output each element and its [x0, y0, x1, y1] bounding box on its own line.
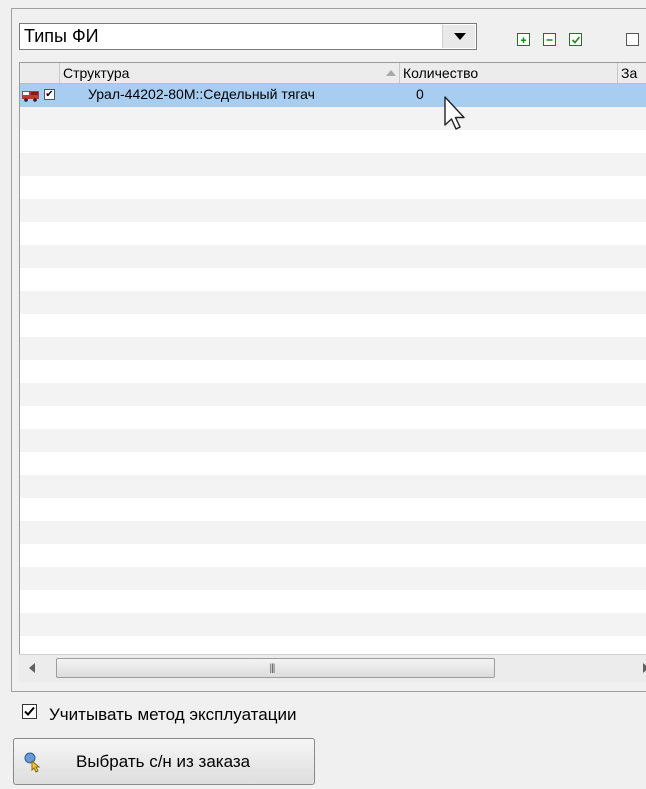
empty-row[interactable] — [20, 383, 646, 406]
header-icon-column — [20, 63, 60, 83]
uncheck-all-button[interactable] — [626, 33, 639, 46]
scroll-thumb[interactable]: ||| — [56, 658, 495, 678]
empty-row[interactable] — [20, 498, 646, 521]
empty-row[interactable] — [20, 521, 646, 544]
truck-icon — [22, 91, 39, 102]
empty-row[interactable] — [20, 130, 646, 153]
empty-row[interactable] — [20, 360, 646, 383]
grid-header: Структура Количество За — [20, 63, 646, 84]
pointer-hand-icon — [24, 752, 41, 773]
table-row[interactable]: ✔ Урал-44202-80М::Седельный тягач 0 — [20, 84, 646, 107]
check-all-button[interactable] — [569, 33, 582, 46]
sort-asc-icon — [386, 70, 396, 76]
select-serial-label: Выбрать с/н из заказа — [76, 752, 251, 771]
header-order-label: За — [621, 65, 638, 81]
empty-row[interactable] — [20, 291, 646, 314]
empty-row[interactable] — [20, 590, 646, 613]
header-structure-label: Структура — [63, 65, 130, 81]
consider-method-checkbox[interactable] — [22, 704, 37, 719]
collapse-all-button[interactable] — [543, 33, 556, 46]
empty-row[interactable] — [20, 107, 646, 130]
empty-row[interactable] — [20, 544, 646, 567]
empty-row[interactable] — [20, 613, 646, 636]
empty-row[interactable] — [20, 245, 646, 268]
empty-row[interactable] — [20, 153, 646, 176]
grid-rows: ✔ Урал-44202-80М::Седельный тягач 0 — [20, 84, 646, 636]
header-quantity[interactable]: Количество — [400, 63, 618, 83]
empty-row[interactable] — [20, 268, 646, 291]
empty-row[interactable] — [20, 452, 646, 475]
plus-icon — [521, 37, 526, 43]
empty-row[interactable] — [20, 199, 646, 222]
select-serial-button[interactable]: Выбрать с/н из заказа — [13, 738, 315, 785]
empty-row[interactable] — [20, 337, 646, 360]
row-quantity: 0 — [416, 86, 424, 102]
scroll-left-icon[interactable] — [29, 663, 35, 673]
empty-row[interactable] — [20, 429, 646, 452]
structure-grid[interactable]: Структура Количество За ✔ Урал-44202-80М… — [19, 62, 646, 659]
expand-all-button[interactable] — [517, 33, 530, 46]
consider-method-label[interactable]: Учитывать метод эксплуатации — [49, 705, 296, 725]
row-structure: Урал-44202-80М::Седельный тягач — [88, 86, 315, 102]
types-combo[interactable]: Типы ФИ — [19, 23, 477, 50]
mouse-cursor-icon — [444, 96, 465, 130]
empty-box-icon — [627, 34, 640, 47]
types-combo-value: Типы ФИ — [24, 26, 99, 46]
check-icon — [24, 706, 35, 716]
chevron-down-icon[interactable] — [442, 25, 475, 48]
empty-row[interactable] — [20, 314, 646, 337]
horizontal-scrollbar[interactable]: ||| — [19, 654, 646, 682]
header-quantity-label: Количество — [403, 65, 479, 81]
header-structure[interactable]: Структура — [60, 63, 400, 83]
row-checkbox[interactable]: ✔ — [44, 89, 55, 100]
empty-row[interactable] — [20, 567, 646, 590]
empty-row[interactable] — [20, 406, 646, 429]
grip-icon: ||| — [269, 663, 276, 674]
empty-row[interactable] — [20, 176, 646, 199]
header-order[interactable]: За — [618, 63, 646, 83]
empty-row[interactable] — [20, 222, 646, 245]
checked-box-icon — [571, 36, 581, 44]
empty-row[interactable] — [20, 475, 646, 498]
minus-icon — [546, 39, 553, 41]
